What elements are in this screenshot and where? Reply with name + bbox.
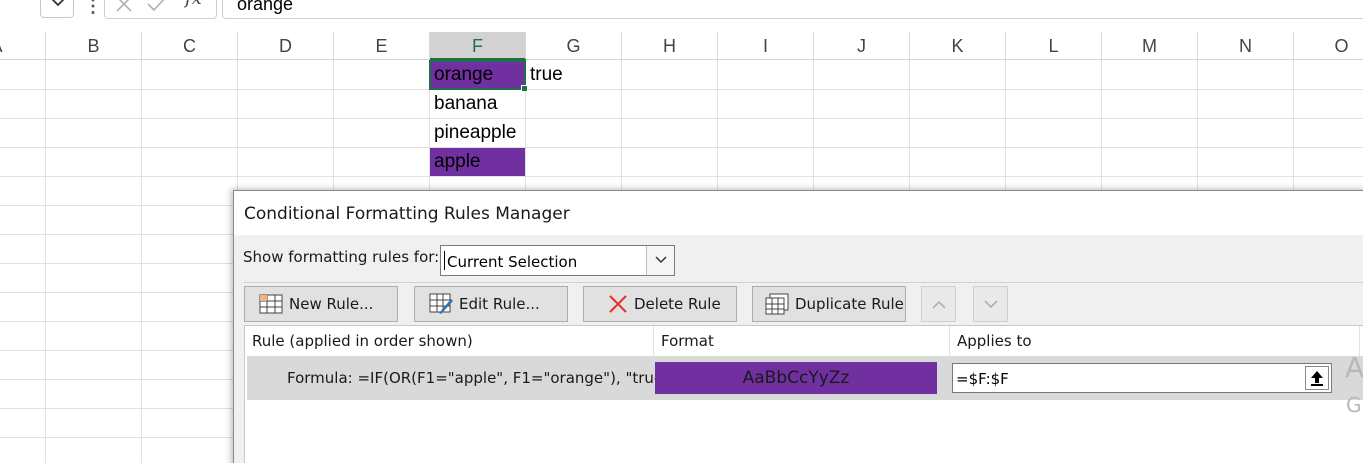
formula-bar-buttons: fx [104,0,217,19]
column-header-m[interactable]: M [1102,32,1198,60]
text-caret [444,251,445,270]
cell-f4[interactable]: apple [430,148,525,176]
dropdown-button[interactable] [646,246,674,275]
duplicate-rule-button[interactable]: Duplicate Rule [752,286,906,322]
duplicate-rule-icon [765,293,789,315]
delete-rule-button[interactable]: Delete Rule [583,286,737,322]
column-header-c[interactable]: C [142,32,238,60]
formula-input[interactable]: orange [222,0,1363,19]
clipped-text-2: G [1346,393,1362,417]
column-header-a[interactable]: A [0,32,46,60]
applies-to-column-header: Applies to [950,326,1360,356]
format-preview: AaBbCcYyZz [655,362,937,394]
column-header-d[interactable]: D [238,32,334,60]
cancel-icon[interactable] [115,0,133,17]
column-header-o[interactable]: O [1294,32,1363,60]
chevron-up-icon [931,300,946,309]
column-header-j[interactable]: J [814,32,910,60]
arrow-up-icon [1311,371,1323,386]
column-header-f[interactable]: F [430,32,526,60]
column-header-b[interactable]: B [46,32,142,60]
formula-content: orange [237,0,294,14]
clipped-text-1: A [1345,351,1363,384]
column-header-i[interactable]: I [718,32,814,60]
column-header-row: A B C D E F G H I J K L M N O [0,32,1363,60]
chevron-down-icon [655,256,667,264]
rule-formula: Formula: =IF(OR(F1="apple", F1="orange")… [287,369,678,387]
delete-rule-label: Delete Rule [634,295,721,313]
applies-to-value: =$F:$F [956,370,1009,388]
conditional-formatting-rules-manager-dialog: Conditional Formatting Rules Manager Sho… [233,190,1363,463]
column-header-e[interactable]: E [334,32,430,60]
new-rule-label: New Rule... [289,295,374,313]
move-up-button[interactable] [921,286,956,322]
insert-function-icon[interactable]: fx [185,0,202,9]
move-down-button[interactable] [973,286,1008,322]
delete-x-icon [608,294,628,314]
column-header-g[interactable]: G [526,32,622,60]
chevron-down-icon [51,0,65,7]
chevron-down-icon [983,299,998,308]
show-rules-for-label: Show formatting rules for: [243,248,440,266]
rules-table: Rule (applied in order shown) Format App… [244,325,1363,463]
column-header-h[interactable]: H [622,32,718,60]
name-box-dropdown[interactable] [40,0,74,18]
duplicate-rule-label: Duplicate Rule [795,295,904,313]
cell-f2[interactable]: banana [430,90,525,118]
cell-g1[interactable]: true [526,61,622,89]
edit-rule-button[interactable]: Edit Rule... [414,286,568,322]
dialog-title: Conditional Formatting Rules Manager [244,204,570,224]
edit-rule-label: Edit Rule... [459,295,540,313]
rules-toolbar: New Rule... Edit Rule... Delete Rule Dup… [244,282,1363,326]
dialog-title-bar: Conditional Formatting Rules Manager [234,191,1363,235]
rule-column-header: Rule (applied in order shown) [245,326,654,356]
column-header-k[interactable]: K [910,32,1006,60]
active-cell-border [429,60,526,90]
formula-bar: ⋮ fx orange [0,0,1363,32]
cell-f3[interactable]: pineapple [430,119,525,147]
column-header-n[interactable]: N [1198,32,1294,60]
rule-row[interactable]: Formula: =IF(OR(F1="apple", F1="orange")… [247,356,1363,400]
format-column-header: Format [654,326,950,356]
show-rules-for-value: Current Selection [447,253,578,271]
applies-to-input[interactable]: =$F:$F [952,363,1332,393]
collapse-dialog-button[interactable] [1305,366,1329,390]
fill-handle[interactable] [521,85,528,92]
new-rule-icon [259,294,283,314]
column-header-l[interactable]: L [1006,32,1102,60]
formula-bar-grip-icon[interactable]: ⋮ [84,0,102,17]
new-rule-button[interactable]: New Rule... [244,286,398,322]
enter-check-icon[interactable] [147,0,167,17]
show-rules-for-dropdown[interactable]: Current Selection [440,245,675,276]
edit-rule-icon [429,293,453,315]
